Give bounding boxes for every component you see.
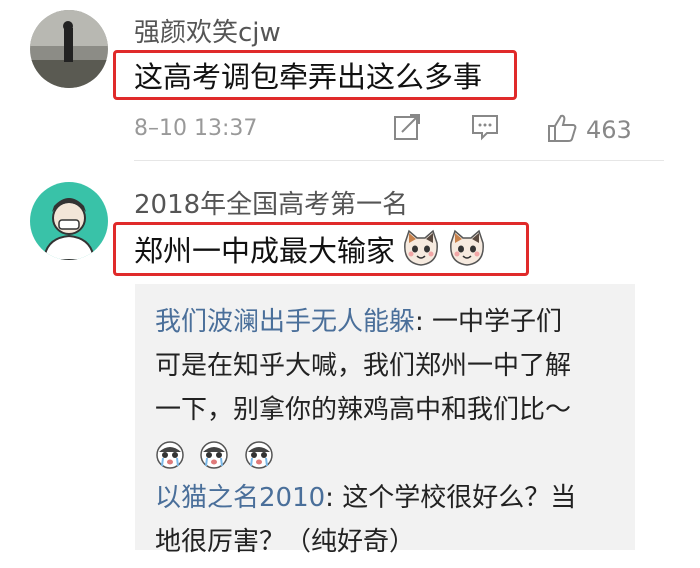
reply-text: : 一中学子们 xyxy=(415,307,563,337)
comment-text-highlighted: 郑州一中成最大输家 xyxy=(113,222,529,276)
share-icon[interactable] xyxy=(392,112,422,146)
avatar[interactable] xyxy=(30,10,108,88)
reply-item: 我们波澜出手无人能躲: 一中学子们 xyxy=(155,300,615,344)
reply-icon[interactable] xyxy=(470,112,500,146)
crying-emoji-icon xyxy=(244,440,274,470)
comment-text: 这高考调包牵弄出这么多事 xyxy=(134,60,483,94)
reply-text-line: 地很厉害？（纯好奇） xyxy=(155,527,416,557)
reply-panel: 我们波澜出手无人能躲: 一中学子们 可是在知乎大喊，我们郑州一中了解 一下，别拿… xyxy=(135,284,635,557)
reply-emoji-row xyxy=(155,432,615,476)
reply-text: : 这个学校很好么？当 xyxy=(325,483,577,513)
comment-text: 郑州一中成最大输家 xyxy=(134,234,396,268)
like-count: 463 xyxy=(586,116,632,144)
reply-username[interactable]: 我们波澜出手无人能躲 xyxy=(155,307,415,337)
divider xyxy=(134,160,664,161)
avatar[interactable] xyxy=(30,182,108,260)
username[interactable]: 强颜欢笑cjw xyxy=(134,12,281,49)
cat-emoji-icon xyxy=(447,229,487,269)
cat-emoji-icon xyxy=(401,229,441,269)
reply-item: 以猫之名2010: 这个学校很好么？当 xyxy=(155,476,615,520)
timestamp: 8–10 13:37 xyxy=(134,116,258,141)
like-button[interactable]: 463 xyxy=(546,112,632,148)
reply-username[interactable]: 以猫之名2010 xyxy=(155,483,325,513)
comment-text-highlighted: 这高考调包牵弄出这么多事 xyxy=(113,50,517,100)
crying-emoji-icon xyxy=(155,440,185,470)
thumbs-up-icon xyxy=(546,112,578,148)
reply-text-line: 一下，别拿你的辣鸡高中和我们比～ xyxy=(155,395,572,425)
reply-text-line: 可是在知乎大喊，我们郑州一中了解 xyxy=(155,351,572,381)
comment-actions: 8–10 13:37 463 xyxy=(134,112,644,146)
username[interactable]: 2018年全国高考第一名 xyxy=(134,184,408,221)
crying-emoji-icon xyxy=(199,440,229,470)
